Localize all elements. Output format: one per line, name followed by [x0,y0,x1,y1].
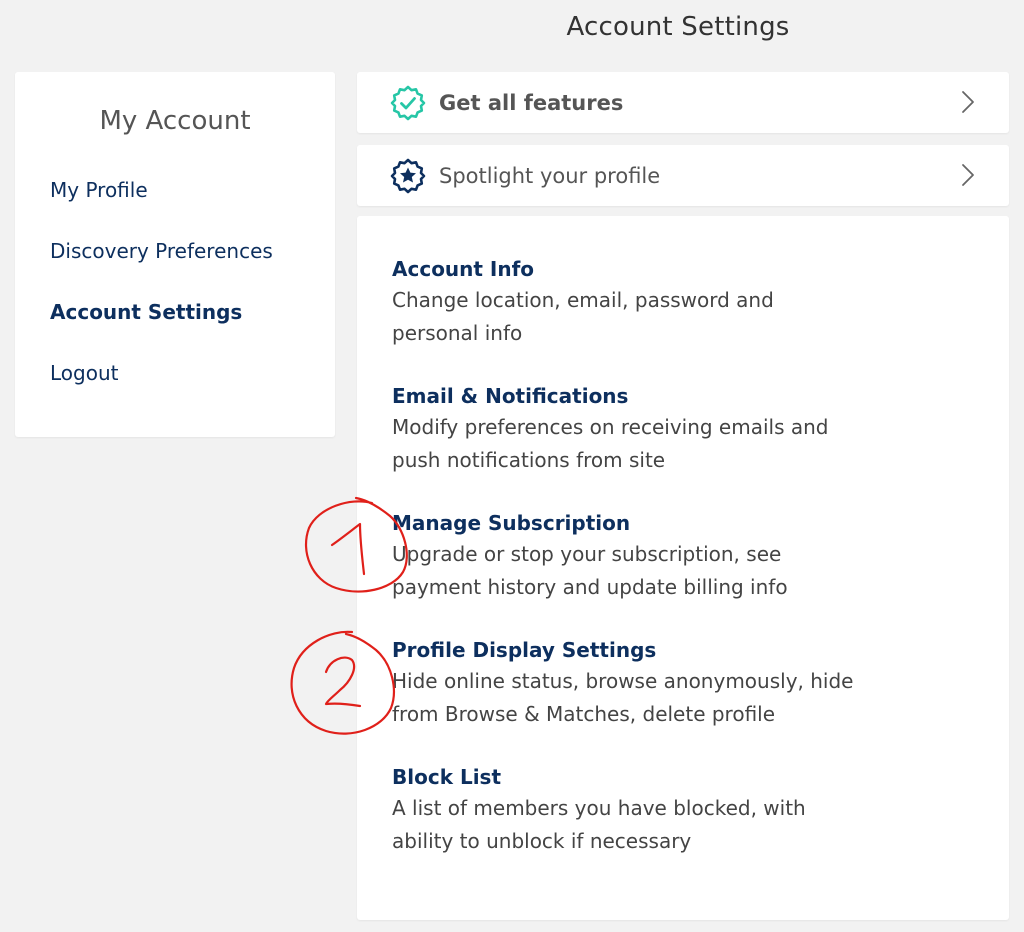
chevron-right-icon [962,91,974,113]
settings-list: Account Info Change location, email, pas… [392,254,862,889]
chevron-right-icon [962,164,974,186]
get-all-features-label: Get all features [439,90,624,115]
settings-item-description: Modify preferences on receiving emails a… [392,415,829,472]
settings-item-profile-display-settings[interactable]: Profile Display Settings Hide online sta… [392,635,862,762]
spotlight-profile-label: Spotlight your profile [439,163,661,188]
sidebar-item-account-settings[interactable]: Account Settings [50,298,273,359]
sidebar-title: My Account [99,106,251,136]
verified-badge-icon [390,85,426,121]
settings-item-title[interactable]: Account Info [392,254,862,284]
settings-item-title[interactable]: Profile Display Settings [392,635,862,665]
settings-item-email-notifications[interactable]: Email & Notifications Modify preferences… [392,381,862,508]
sidebar-item-my-profile[interactable]: My Profile [50,176,273,237]
settings-item-block-list[interactable]: Block List A list of members you have bl… [392,762,862,889]
sidebar-item-logout[interactable]: Logout [50,359,273,420]
sidebar-nav: My Profile Discovery Preferences Account… [50,176,273,420]
settings-item-description: Change location, email, password and per… [392,288,774,345]
settings-item-description: Upgrade or stop your subscription, see p… [392,542,788,599]
settings-item-manage-subscription[interactable]: Manage Subscription Upgrade or stop your… [392,508,862,635]
settings-card: Account Info Change location, email, pas… [357,216,1009,920]
settings-item-description: Hide online status, browse anonymously, … [392,669,854,726]
sidebar: My Account My Profile Discovery Preferen… [15,72,335,437]
sidebar-item-discovery-preferences[interactable]: Discovery Preferences [50,237,273,298]
spotlight-profile-button[interactable]: Spotlight your profile [357,145,1009,206]
settings-item-title[interactable]: Block List [392,762,862,792]
settings-item-title[interactable]: Email & Notifications [392,381,862,411]
get-all-features-button[interactable]: Get all features [357,72,1009,133]
settings-item-account-info[interactable]: Account Info Change location, email, pas… [392,254,862,381]
star-badge-icon [390,158,426,194]
page-title: Account Settings [566,12,790,42]
settings-item-description: A list of members you have blocked, with… [392,796,806,853]
settings-item-title[interactable]: Manage Subscription [392,508,862,538]
